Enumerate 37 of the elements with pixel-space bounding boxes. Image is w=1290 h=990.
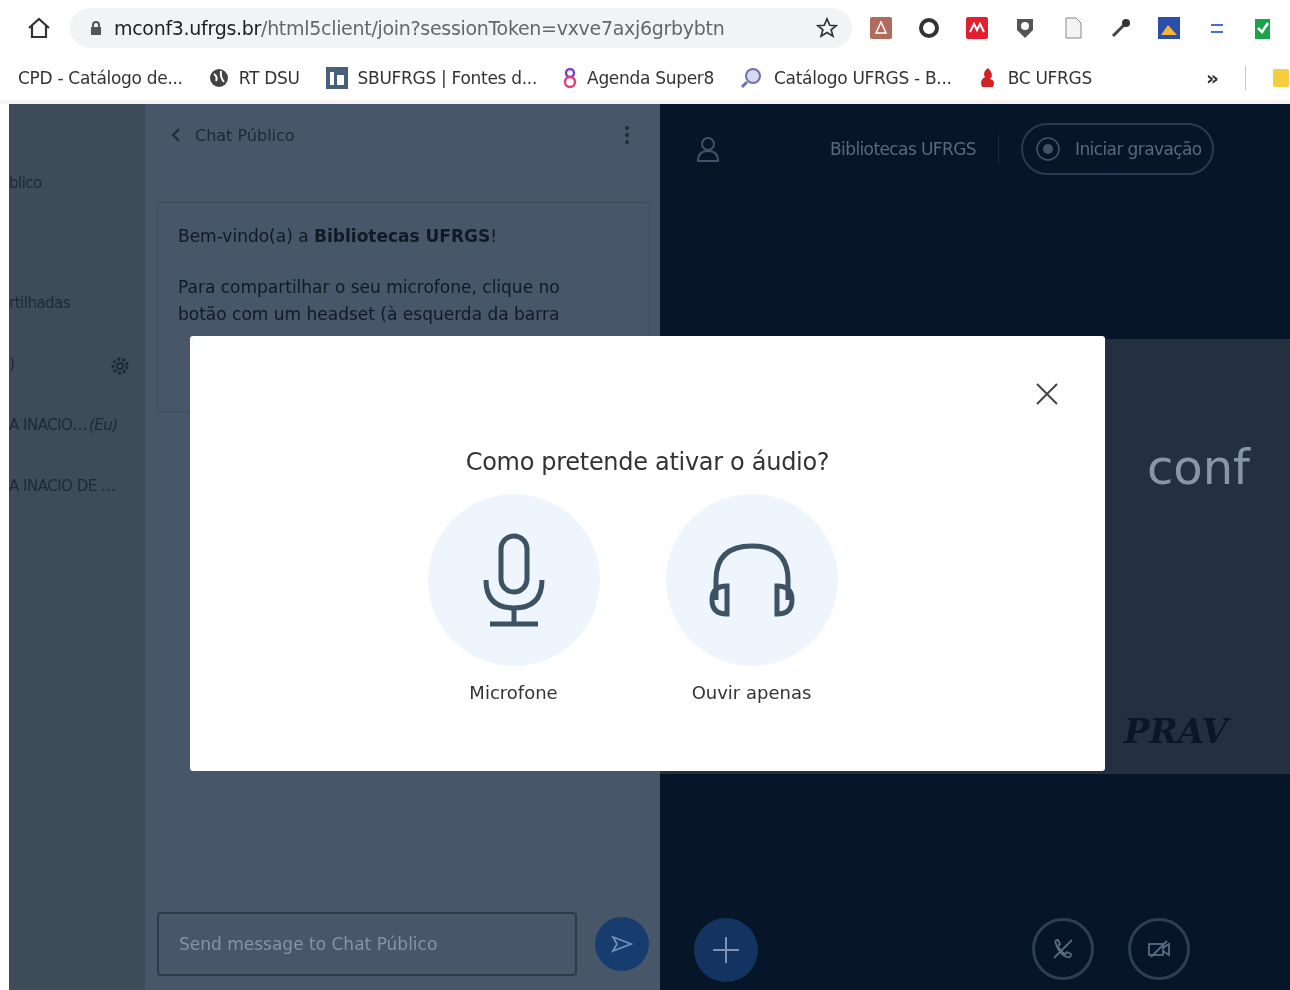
url-text: mconf3.ufrgs.br/html5client/join?sessionToken=vxve7axj6grbybtn: [114, 17, 726, 39]
modal-title: Como pretende ativar o áudio?: [465, 448, 830, 476]
pdf-extension-icon[interactable]: [870, 17, 892, 39]
chevron-left-icon: [171, 128, 181, 142]
shield-extension-icon[interactable]: [1014, 17, 1036, 39]
meeting-title: Bibliotecas UFRGS: [830, 139, 976, 159]
message-text: Para compartilhar o seu microfone, clique no botão com um headset (à esquerda da barra: [178, 276, 561, 326]
bookmark-link[interactable]: SBUFRGS | Fontes d...: [325, 67, 538, 89]
join-audio-button[interactable]: [1032, 918, 1094, 980]
close-icon[interactable]: [1035, 382, 1059, 406]
record-icon: [1035, 136, 1061, 162]
user-icon[interactable]: [696, 136, 720, 162]
welcome-text: Bem-vindo(a) a Bibliotecas UFRGS!: [178, 225, 499, 248]
picture-extension-icon[interactable]: [1158, 17, 1180, 39]
home-icon[interactable]: [26, 16, 52, 40]
globe-icon: [208, 68, 229, 88]
plus-icon: [711, 935, 741, 965]
address-bar[interactable]: mconf3.ufrgs.br/html5client/join?sessionToken=vxve7axj6grbybtn: [70, 8, 852, 48]
bookmark-link[interactable]: BC UFRGS: [977, 67, 1092, 89]
lock-icon: [90, 21, 102, 35]
star-icon[interactable]: [816, 17, 838, 39]
zigzag-extension-icon[interactable]: [966, 17, 988, 39]
eyedropper-icon[interactable]: [1110, 17, 1132, 39]
slide-text: conf: [1146, 439, 1250, 495]
send-icon: [611, 935, 633, 953]
bookmark-link[interactable]: CPD - Catálogo de...: [18, 68, 183, 88]
eight-icon: [563, 67, 578, 89]
check-shield-icon[interactable]: [1254, 17, 1270, 39]
library-icon: [325, 67, 348, 89]
bookmark-link[interactable]: Catálogo UFRGS - B...: [740, 67, 952, 89]
message-input-field[interactable]: Send message to Chat Público: [157, 912, 577, 976]
more-bookmarks-button[interactable]: »: [1206, 66, 1219, 90]
circle-extension-icon[interactable]: [918, 17, 940, 39]
join-video-button[interactable]: [1128, 918, 1190, 980]
send-button[interactable]: [595, 917, 649, 971]
bookmark-link[interactable]: Agenda Super8: [563, 67, 715, 89]
bookmark-link[interactable]: RT DSU: [208, 68, 300, 88]
